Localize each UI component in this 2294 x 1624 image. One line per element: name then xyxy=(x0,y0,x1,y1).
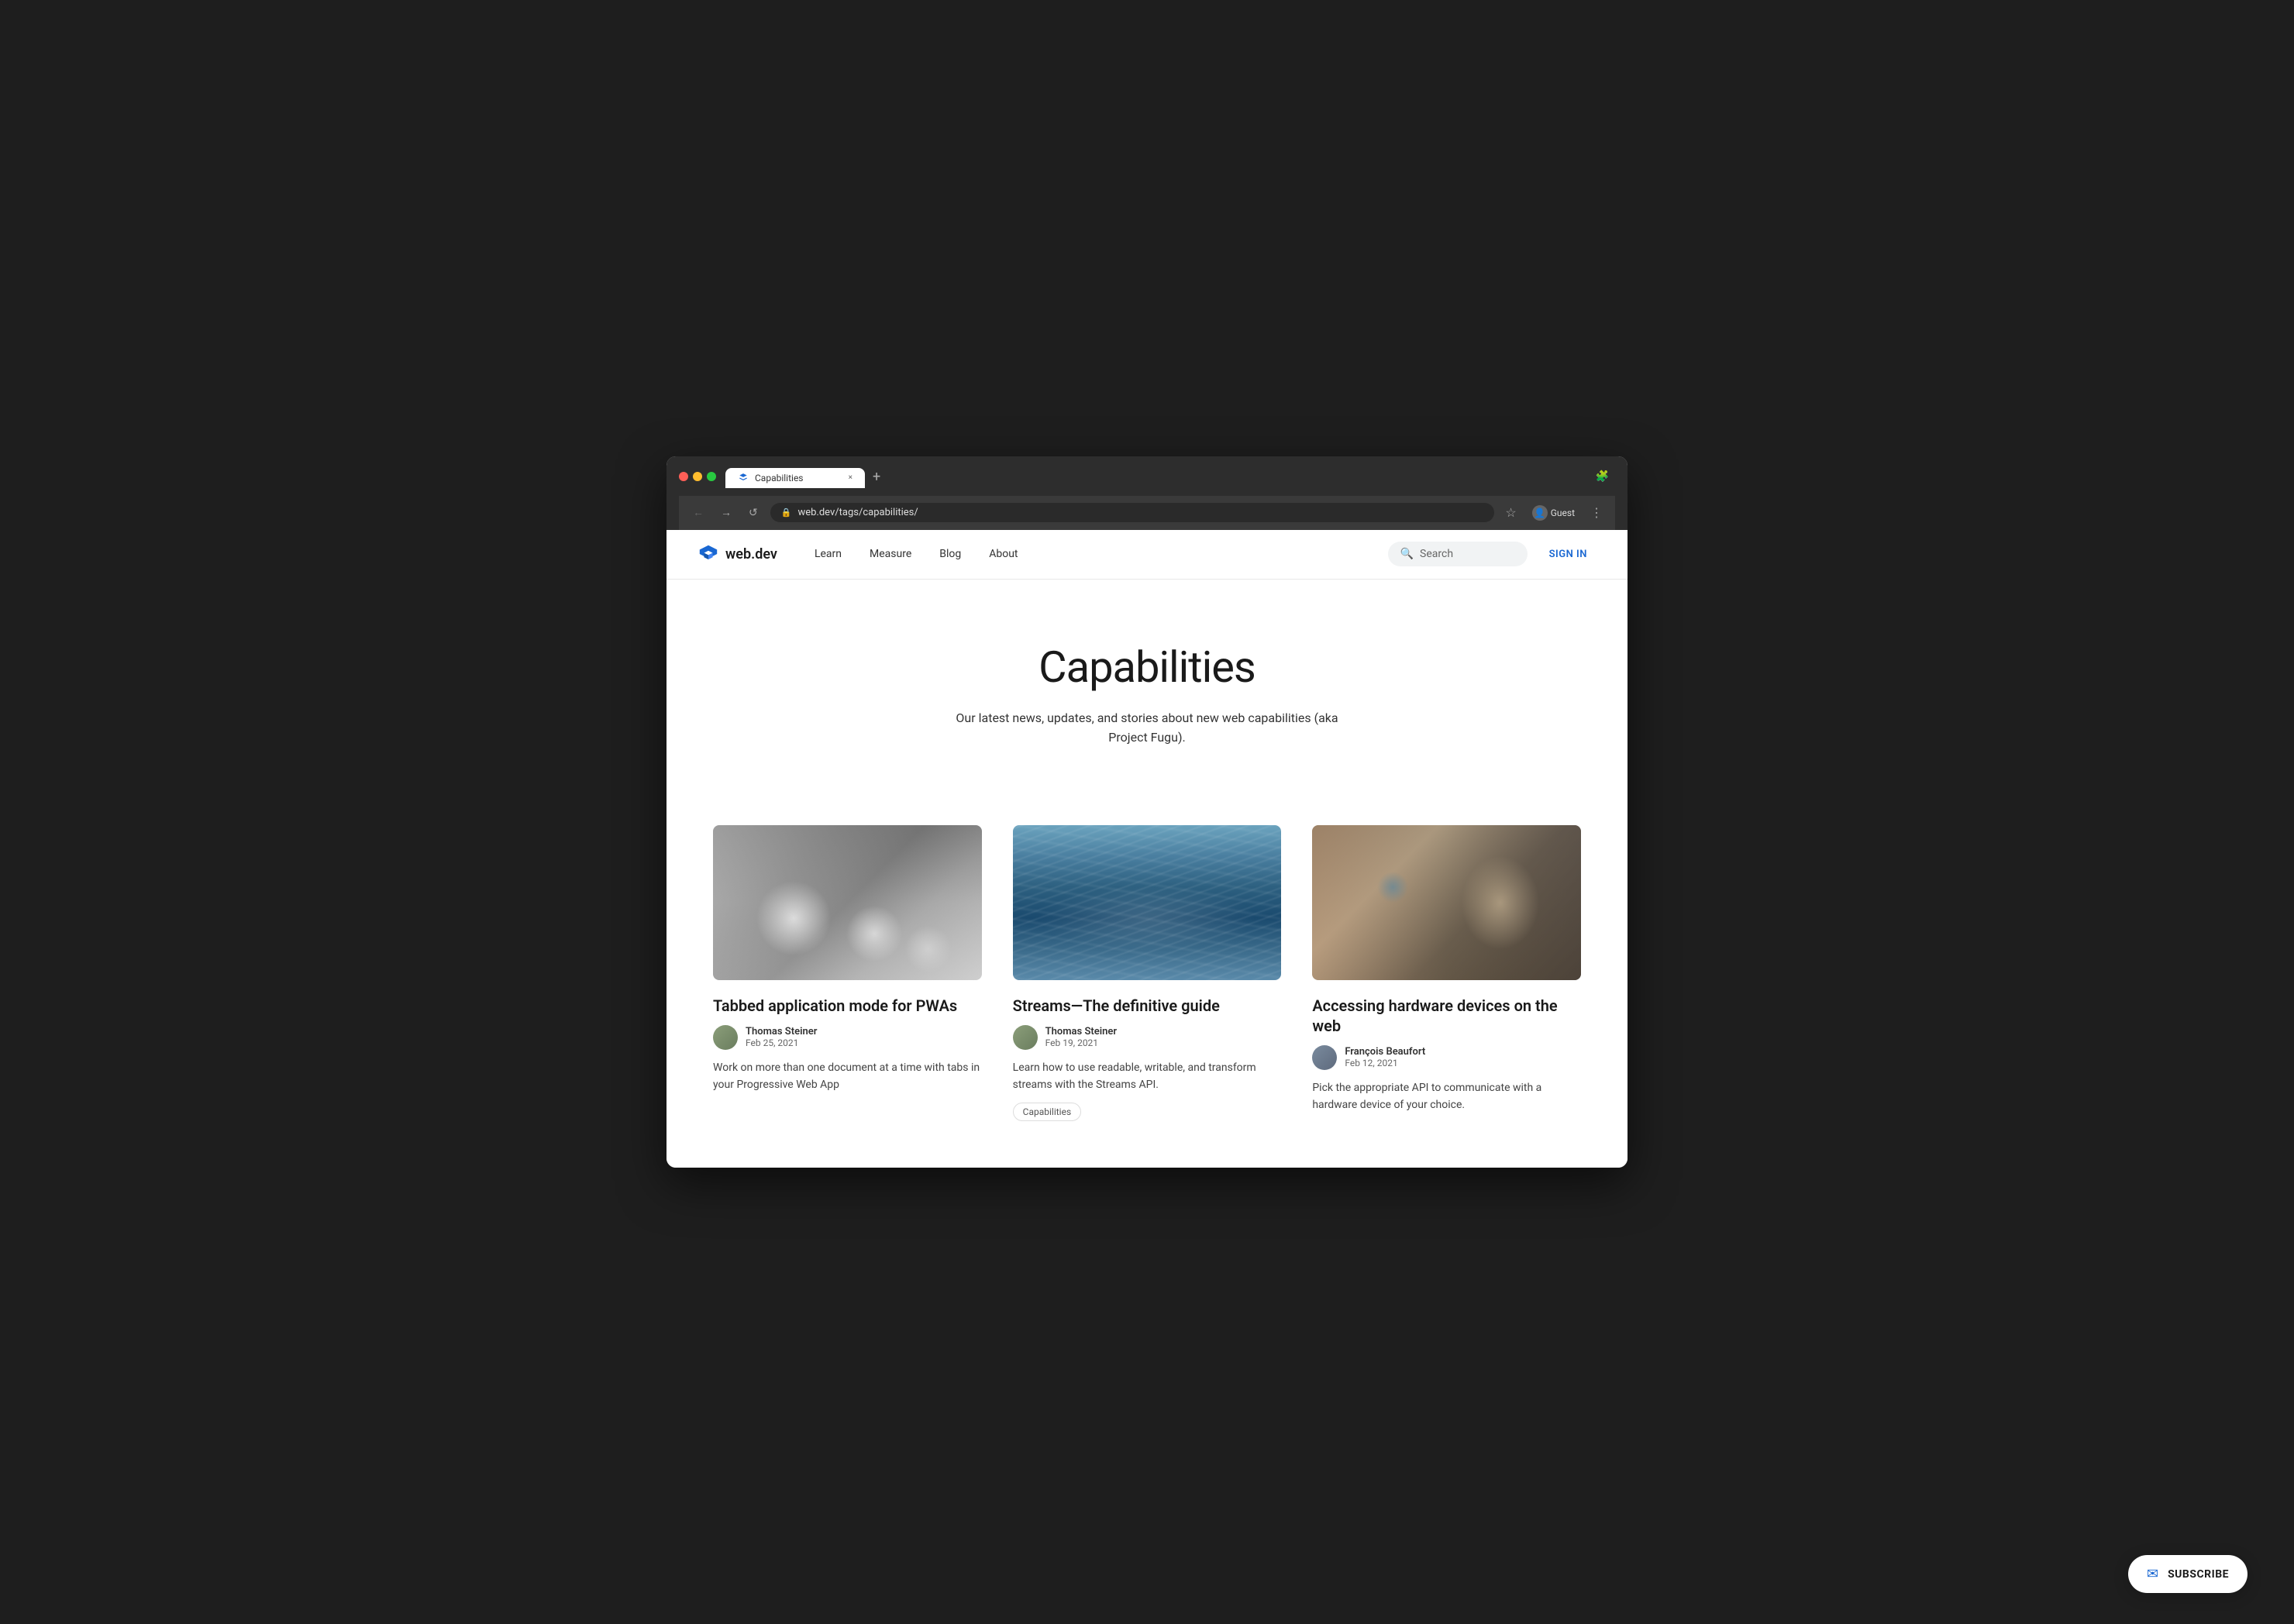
article-title-2: Accessing hardware devices on the web xyxy=(1312,996,1581,1036)
author-row-1: Thomas Steiner Feb 19, 2021 xyxy=(1013,1025,1282,1050)
lock-icon: 🔒 xyxy=(781,508,792,518)
window-controls xyxy=(679,472,716,481)
search-placeholder: Search xyxy=(1420,548,1453,560)
nav-right-section: 🔍 Search SIGN IN xyxy=(1388,542,1596,566)
author-row-2: François Beaufort Feb 12, 2021 xyxy=(1312,1045,1581,1070)
active-tab[interactable]: Capabilities × xyxy=(725,468,865,488)
profile-button[interactable]: 👤 Guest xyxy=(1526,502,1581,524)
logo-text: web.dev xyxy=(725,546,777,563)
tab-title: Capabilities xyxy=(755,473,804,483)
extensions-area-icon: 🧩 xyxy=(1590,467,1615,486)
site-logo[interactable]: web.dev xyxy=(698,543,777,565)
nav-link-learn[interactable]: Learn xyxy=(802,542,854,566)
subscribe-icon: ✉ xyxy=(2147,1566,2158,1582)
nav-link-measure[interactable]: Measure xyxy=(857,542,924,566)
more-options-icon[interactable]: ⋮ xyxy=(1587,502,1606,523)
author-row-0: Thomas Steiner Feb 25, 2021 xyxy=(713,1025,982,1050)
close-window-button[interactable] xyxy=(679,472,688,481)
search-box[interactable]: 🔍 Search xyxy=(1388,542,1528,566)
article-desc-2: Pick the appropriate API to communicate … xyxy=(1312,1079,1581,1114)
address-text: web.dev/tags/capabilities/ xyxy=(797,507,918,518)
sign-in-button[interactable]: SIGN IN xyxy=(1540,542,1596,566)
article-title-1: Streams—The definitive guide xyxy=(1013,996,1282,1016)
profile-avatar: 👤 xyxy=(1532,505,1548,521)
tab-favicon xyxy=(738,473,749,483)
site-nav: web.dev Learn Measure Blog About 🔍 Searc… xyxy=(666,530,1628,580)
author-name-1: Thomas Steiner xyxy=(1045,1026,1117,1037)
author-date-2: Feb 12, 2021 xyxy=(1345,1058,1425,1068)
browser-titlebar: Capabilities × + 🧩 ← → ↺ 🔒 web.dev/tags/… xyxy=(666,456,1628,530)
article-desc-0: Work on more than one document at a time… xyxy=(713,1059,982,1094)
hero-subtitle: Our latest news, updates, and stories ab… xyxy=(953,708,1341,748)
profile-label: Guest xyxy=(1551,508,1575,518)
article-desc-1: Learn how to use readable, writable, and… xyxy=(1013,1059,1282,1094)
author-info-0: Thomas Steiner Feb 25, 2021 xyxy=(746,1026,817,1048)
article-image-hardware xyxy=(1312,825,1581,980)
bookmark-icon[interactable]: ☆ xyxy=(1502,502,1519,523)
webdev-logo-icon xyxy=(698,543,719,565)
minimize-window-button[interactable] xyxy=(693,472,702,481)
article-card-tabbed-pwa[interactable]: Tabbed application mode for PWAs Thomas … xyxy=(713,825,982,1122)
nav-forward-button[interactable]: → xyxy=(716,504,736,521)
nav-refresh-button[interactable]: ↺ xyxy=(744,505,763,521)
article-tags-1: Capabilities xyxy=(1013,1103,1282,1121)
article-title-0: Tabbed application mode for PWAs xyxy=(713,996,982,1016)
article-image-chess xyxy=(713,825,982,980)
author-avatar-2 xyxy=(1312,1045,1337,1070)
browser-top-row: Capabilities × + 🧩 xyxy=(679,466,1615,496)
subscribe-label: SUBSCRIBE xyxy=(2168,1568,2229,1581)
nav-links: Learn Measure Blog About xyxy=(802,542,1388,566)
author-date-0: Feb 25, 2021 xyxy=(746,1037,817,1048)
author-date-1: Feb 19, 2021 xyxy=(1045,1037,1117,1048)
article-card-streams[interactable]: Streams—The definitive guide Thomas Stei… xyxy=(1013,825,1282,1122)
subscribe-widget[interactable]: ✉ SUBSCRIBE xyxy=(2128,1555,2248,1593)
browser-nav-right: ☆ 👤 Guest ⋮ xyxy=(1502,502,1606,524)
tab-close-button[interactable]: × xyxy=(849,473,852,482)
nav-back-button[interactable]: ← xyxy=(688,504,708,521)
article-card-hardware[interactable]: Accessing hardware devices on the web Fr… xyxy=(1312,825,1581,1122)
maximize-window-button[interactable] xyxy=(707,472,716,481)
page-title: Capabilities xyxy=(698,642,1596,693)
tab-bar: Capabilities × + xyxy=(725,466,1580,488)
tag-capabilities[interactable]: Capabilities xyxy=(1013,1103,1082,1121)
author-avatar-1 xyxy=(1013,1025,1038,1050)
article-image-streams xyxy=(1013,825,1282,980)
nav-link-blog[interactable]: Blog xyxy=(927,542,973,566)
author-info-1: Thomas Steiner Feb 19, 2021 xyxy=(1045,1026,1117,1048)
address-bar[interactable]: 🔒 web.dev/tags/capabilities/ xyxy=(770,503,1495,522)
author-name-0: Thomas Steiner xyxy=(746,1026,817,1037)
page-content: web.dev Learn Measure Blog About 🔍 Searc… xyxy=(666,530,1628,1168)
articles-grid: Tabbed application mode for PWAs Thomas … xyxy=(666,794,1628,1168)
author-avatar-0 xyxy=(713,1025,738,1050)
new-tab-button[interactable]: + xyxy=(866,466,887,488)
author-name-2: François Beaufort xyxy=(1345,1046,1425,1058)
search-icon: 🔍 xyxy=(1400,548,1414,560)
browser-nav-bar: ← → ↺ 🔒 web.dev/tags/capabilities/ ☆ 👤 G… xyxy=(679,496,1615,530)
browser-window: Capabilities × + 🧩 ← → ↺ 🔒 web.dev/tags/… xyxy=(666,456,1628,1168)
author-info-2: François Beaufort Feb 12, 2021 xyxy=(1345,1046,1425,1068)
hero-section: Capabilities Our latest news, updates, a… xyxy=(666,580,1628,794)
nav-link-about[interactable]: About xyxy=(976,542,1030,566)
